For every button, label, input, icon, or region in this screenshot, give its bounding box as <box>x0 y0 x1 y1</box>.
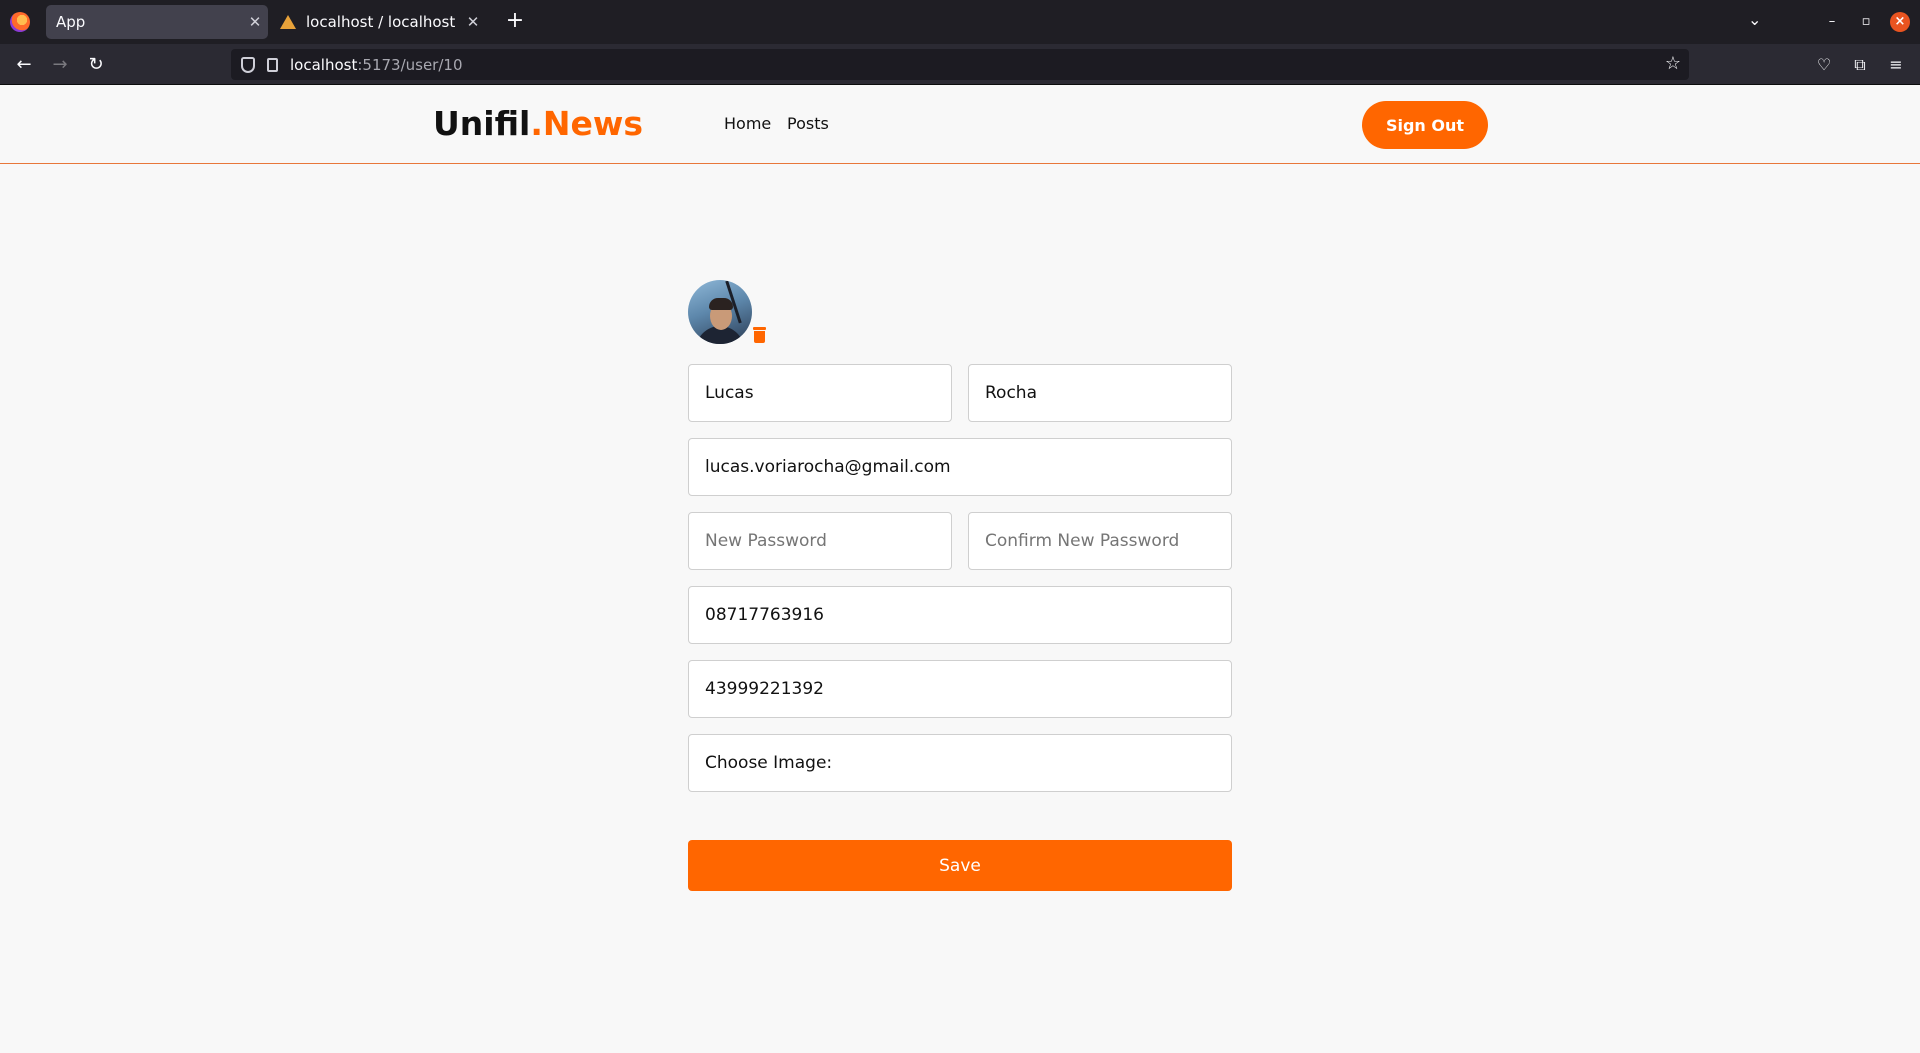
app-header: Unifil.News Home Posts Sign Out <box>0 86 1920 164</box>
browser-nav-bar: ← → ↻ localhost:5173/user/10 ☆ ♡ ⧉ ≡ <box>0 44 1920 85</box>
minimize-icon[interactable]: – <box>1822 12 1842 32</box>
tab-title: App <box>56 13 86 31</box>
tracking-shield-icon[interactable] <box>241 56 255 73</box>
last-name-field[interactable]: Rocha <box>968 364 1232 422</box>
first-name-field[interactable]: Lucas <box>688 364 952 422</box>
phone-field-1[interactable]: 08717763916 <box>688 586 1232 644</box>
new-password-field[interactable]: New Password <box>688 512 952 570</box>
tab-title: localhost / localhost / cru <box>306 13 460 31</box>
back-arrow-icon[interactable]: ← <box>12 53 36 77</box>
url-text: localhost:5173/user/10 <box>290 56 462 74</box>
restore-icon[interactable]: ▫ <box>1856 12 1876 32</box>
extensions-icon[interactable]: ⧉ <box>1848 53 1872 77</box>
delete-avatar-trash-icon[interactable] <box>753 327 766 343</box>
window-close-icon[interactable]: × <box>1890 12 1910 32</box>
pocket-icon[interactable]: ♡ <box>1812 53 1836 77</box>
brand-main: Unifil <box>433 104 531 143</box>
page-info-icon[interactable] <box>267 57 278 72</box>
email-field[interactable]: lucas.voriarocha@gmail.com <box>688 438 1232 496</box>
browser-tab-phpmyadmin[interactable]: localhost / localhost / cru ✕ <box>276 5 486 39</box>
url-path: :5173/user/10 <box>357 55 463 74</box>
firefox-logo-icon <box>10 12 30 32</box>
url-bar[interactable]: localhost:5173/user/10 ☆ <box>231 49 1689 80</box>
browser-tab-app[interactable]: App ✕ <box>46 5 268 39</box>
nav-posts-link[interactable]: Posts <box>787 114 829 133</box>
avatar <box>688 280 752 344</box>
hamburger-menu-icon[interactable]: ≡ <box>1884 53 1908 77</box>
new-tab-icon[interactable]: + <box>502 8 528 33</box>
tab-close-icon[interactable]: ✕ <box>242 13 268 31</box>
url-host: localhost <box>290 55 358 74</box>
nav-home-link[interactable]: Home <box>724 114 771 133</box>
reload-icon[interactable]: ↻ <box>84 53 108 77</box>
phone-field-2[interactable]: 43999221392 <box>688 660 1232 718</box>
brand-accent: .News <box>530 104 644 143</box>
brand-logo[interactable]: Unifil.News <box>433 104 643 143</box>
forward-arrow-icon[interactable]: → <box>48 53 72 77</box>
browser-tab-bar: App ✕ localhost / localhost / cru ✕ + ⌄ … <box>0 0 1920 44</box>
phpmyadmin-favicon-icon <box>280 15 296 29</box>
save-button[interactable]: Save <box>688 840 1232 891</box>
tab-close-icon[interactable]: ✕ <box>460 13 486 31</box>
bookmark-star-icon[interactable]: ☆ <box>1665 53 1681 74</box>
tab-list-chevron-icon[interactable]: ⌄ <box>1748 10 1761 29</box>
sign-out-button[interactable]: Sign Out <box>1362 101 1488 149</box>
confirm-password-field[interactable]: Confirm New Password <box>968 512 1232 570</box>
choose-image-field[interactable]: Choose Image: <box>688 734 1232 792</box>
